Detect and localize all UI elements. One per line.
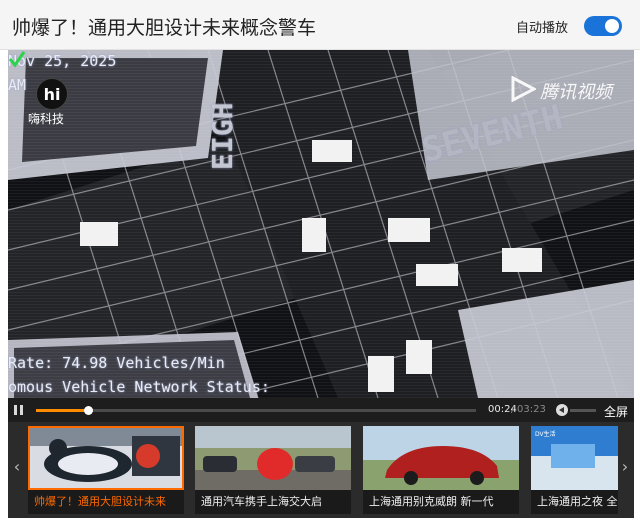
thumbnail-image [195,426,351,490]
playlist-item[interactable]: 帅爆了！通用大胆设计未来 [28,426,184,514]
progress-handle[interactable] [84,406,93,415]
volume-slider[interactable] [570,409,596,412]
playlist-item[interactable]: 上海通用别克威朗 新一代 [363,426,519,514]
channel-logo: hi [36,78,68,110]
playlist-item-caption: 通用汽车携手上海交大启 [195,490,351,514]
playlist-item-caption: 帅爆了！通用大胆设计未来 [28,490,184,514]
playlist-strip: ‹ 帅爆了！通用大胆设计未来 通用汽车携手上海交大启 上海通用别克威朗 新一代 … [8,422,634,518]
channel-name: 嗨科技 [28,112,65,126]
watermark-text: 腾讯视频 [540,82,612,103]
thumbnail-image [363,426,519,490]
autoplay-label: 自动播放 [516,21,569,36]
autoplay-toggle[interactable] [584,16,622,36]
thumbnail-image [28,426,184,490]
progress-fill [36,409,88,412]
overlay-rate: Rate: 74.98 Vehicles/Min [8,354,225,372]
thumbnail-tag: DV生活 [535,430,556,438]
playlist-item[interactable]: DV生活 上海通用之夜 全 [531,426,618,514]
chevron-right-icon[interactable]: › [618,456,632,478]
player-controls: 00:24 / 03:23 全屏 [8,398,634,422]
video-player[interactable]: Nov 25, 2025 AM hi 嗨科技 EIGH SEVENTH 腾讯视频… [8,50,634,398]
chevron-left-icon[interactable]: ‹ [10,456,24,478]
fullscreen-button[interactable]: 全屏 [604,403,628,420]
playlist-item-caption: 上海通用之夜 全 [531,490,618,514]
road-label-eighth: EIGH [206,102,239,170]
toggle-knob [605,19,619,33]
playlist-item[interactable]: 通用汽车携手上海交大启 [195,426,351,514]
playlist-item-caption: 上海通用别克威朗 新一代 [363,490,519,514]
time-separator: / [511,404,515,415]
overlay-time: AM [8,76,27,94]
total-time: 03:23 [517,404,546,415]
volume-icon[interactable] [556,404,568,416]
tencent-play-icon [511,76,536,102]
overlay-status: omous Vehicle Network Status: [8,378,270,396]
check-icon [8,51,26,68]
thumbnail-image: DV生活 [531,426,618,490]
progress-bar[interactable] [36,409,476,412]
pause-icon[interactable] [14,405,24,415]
video-title: 帅爆了！通用大胆设计未来概念警车 [12,17,317,39]
video-header: 帅爆了！通用大胆设计未来概念警车 自动播放 [0,0,640,50]
